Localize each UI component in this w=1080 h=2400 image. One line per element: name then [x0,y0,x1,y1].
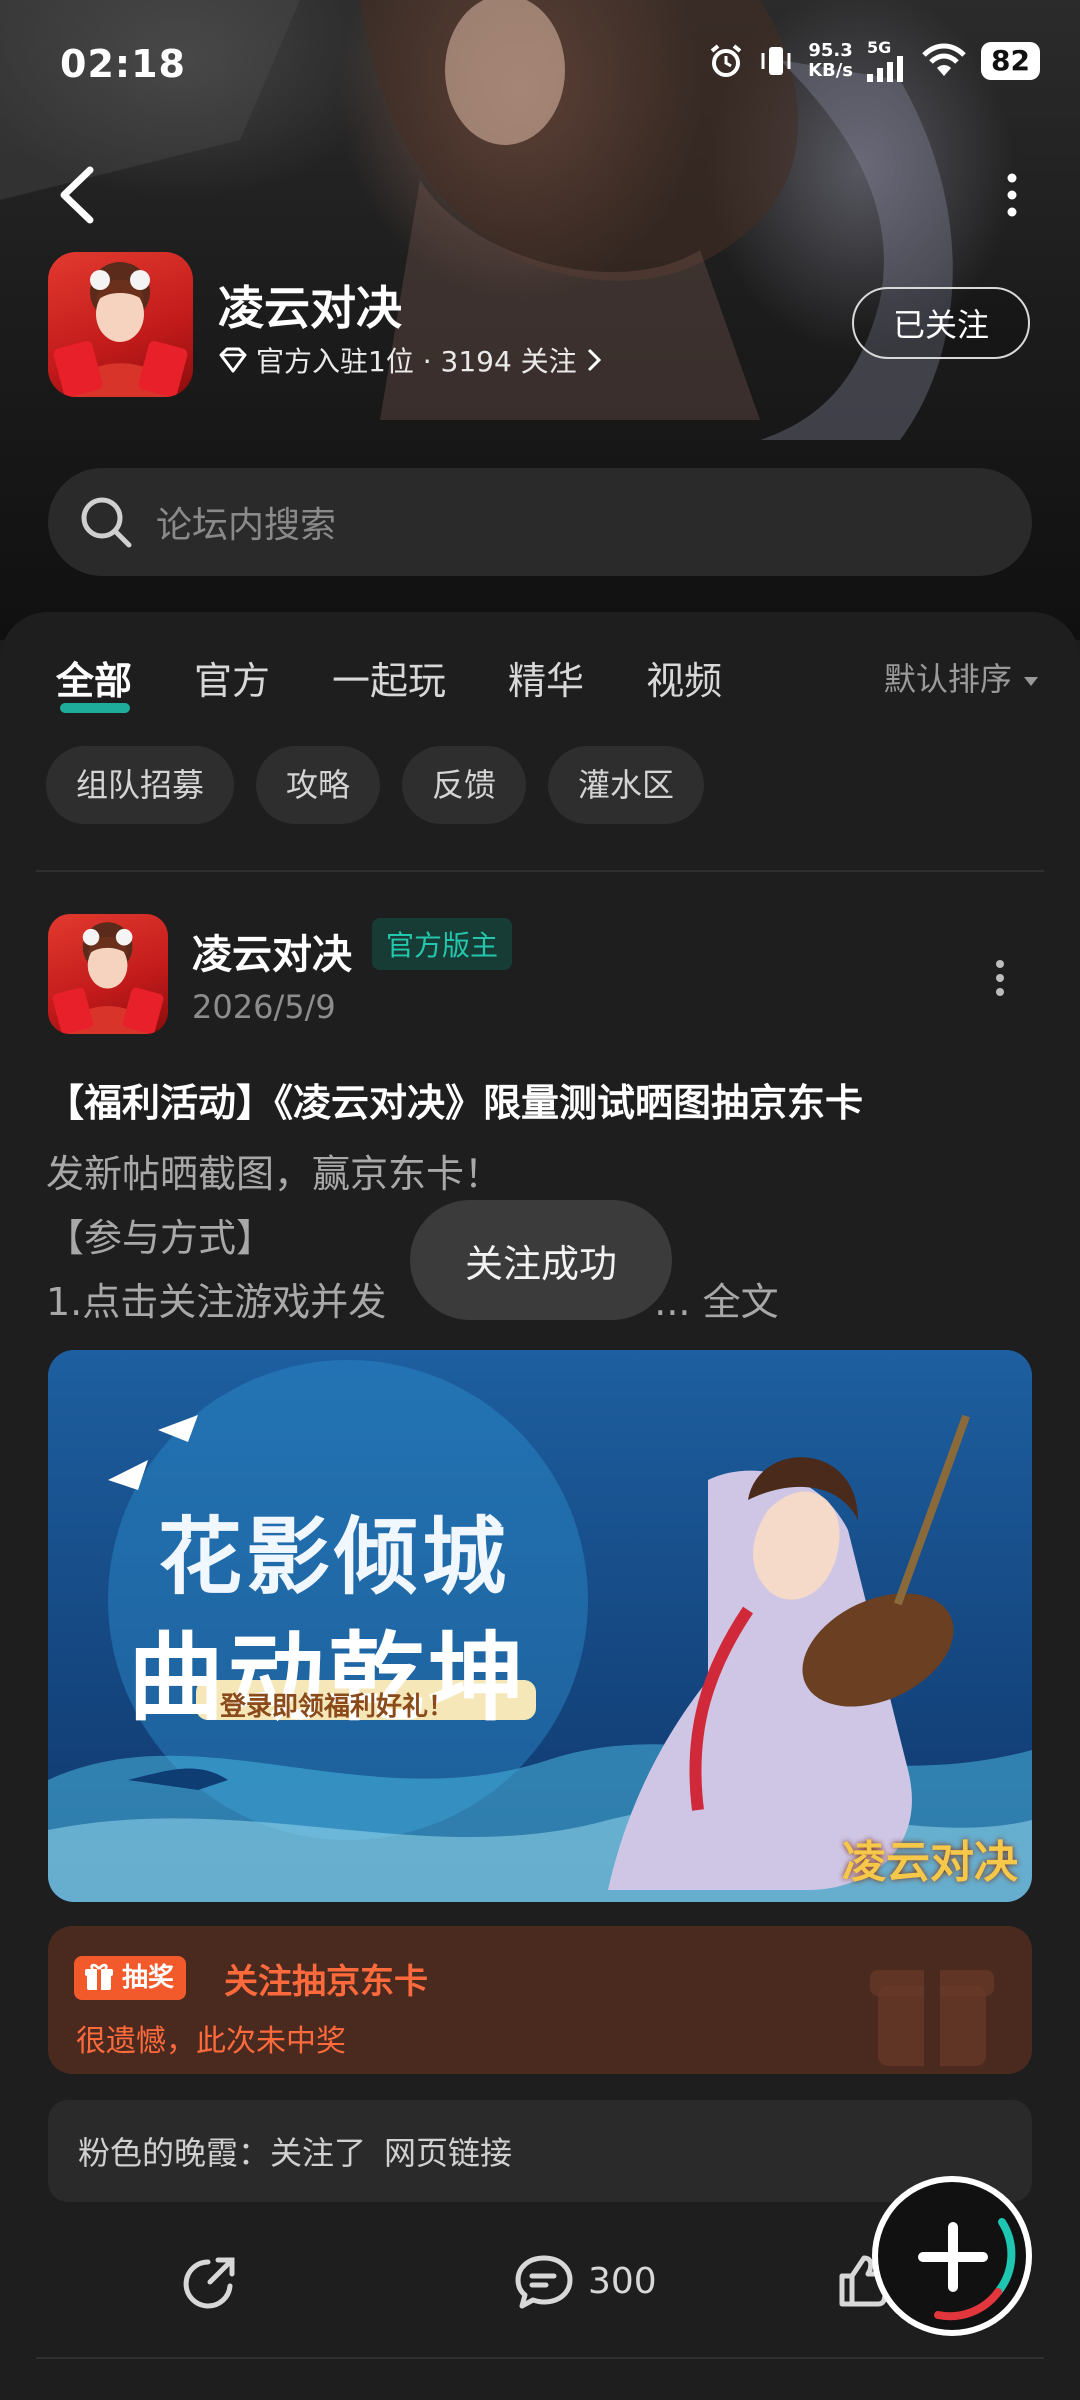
more-options-icon[interactable] [992,170,1032,220]
comment-button[interactable]: 300 [514,2252,657,2310]
post-author-avatar[interactable] [48,914,168,1034]
comment-icon [515,2255,573,2309]
chip-feedback[interactable]: 反馈 [402,746,527,824]
post-author-name[interactable]: 凌云对决 [192,922,352,980]
network-speed: 95.3 KB/s [808,41,853,81]
lottery-tag-label: 抽奖 [122,1963,175,1993]
comment-web-link[interactable]: 网页链接 [384,2128,512,2174]
share-button[interactable] [182,2252,240,2310]
moderator-badge: 官方版主 [372,918,513,970]
divider [36,2357,1044,2359]
plus-icon [918,2218,1016,2321]
follow-success-toast: 关注成功 [410,1200,672,1320]
category-chips: 组队招募 攻略 反馈 灌水区 [46,746,705,824]
alarm-icon [710,44,742,77]
back-icon[interactable] [50,160,110,230]
banner-ribbon-text: 登录即领福利好礼！ [220,1692,455,1722]
wifi-icon [922,43,966,76]
post-date: 2026/5/9 [192,988,336,1026]
divider [36,870,1044,872]
battery-indicator: 82 [981,42,1040,80]
gift-icon [85,1963,113,1990]
tab-official[interactable]: 官方 [194,650,270,705]
diamond-icon [219,347,247,373]
chip-guide[interactable]: 攻略 [256,746,381,824]
create-post-button[interactable] [872,2176,1032,2336]
search-icon [81,497,132,548]
tab-all[interactable]: 全部 [56,650,132,713]
chevron-right-icon [587,348,601,372]
read-full-link[interactable]: 全文 [703,1280,779,1324]
share-icon [183,2257,235,2309]
forum-search-bar[interactable]: 论坛内搜索 [48,468,1032,576]
caret-down-icon [1024,677,1038,686]
gift-watermark-icon [870,1970,994,2066]
tab-featured[interactable]: 精华 [508,650,584,705]
network-type: 5G [867,38,892,57]
chip-chat-area[interactable]: 灌水区 [548,746,705,824]
tab-video[interactable]: 视频 [646,650,722,705]
follow-button[interactable]: 已关注 [852,287,1030,359]
game-meta[interactable]: 官方入驻1位 · 3194 关注 [218,340,603,380]
comment-text: 粉色的晚霞：关注了 [78,2134,367,2172]
tab-bar: 全部 官方 一起玩 精华 视频 [56,650,784,713]
post-more-icon[interactable] [990,958,1010,998]
tab-play-together[interactable]: 一起玩 [332,650,446,705]
game-name: 凌云对决 [218,281,402,335]
forum-content: 全部 官方 一起玩 精华 视频 默认排序 组队招募 攻略 反馈 灌水区 凌云对决… [0,612,1080,2400]
author-avatar-art [52,922,164,1034]
sort-dropdown[interactable]: 默认排序 [884,654,1040,700]
signal-icon [867,56,904,82]
banner-title-line1: 花影倾城 [158,1507,511,1606]
game-avatar-art [53,262,188,397]
lottery-card[interactable]: 抽奖 关注抽京东卡 很遗憾，此次未中奖 [48,1926,1032,2074]
lottery-title: 关注抽京东卡 [224,1962,428,2002]
search-placeholder: 论坛内搜索 [156,505,337,546]
post-body-line: 发新帖晒截图，赢京东卡！ [46,1152,503,1196]
post-banner-image[interactable]: 花影倾城 曲动乾坤 登录即领福利好礼！ 凌云对决 [48,1350,1032,1902]
clock: 02:18 [60,42,186,86]
post-title[interactable]: 【福利活动】《凌云对决》限量测试晒图抽京东卡 [46,1072,863,1127]
comment-count: 300 [588,2260,657,2302]
chip-team-recruit[interactable]: 组队招募 [46,746,235,824]
game-meta-text: 官方入驻1位 · 3194 关注 [256,345,577,378]
sort-label: 默认排序 [883,660,1012,698]
status-bar: 02:18 95.3 KB/s 5G 82 [0,0,1080,130]
net-speed-value: 95.3 [808,40,853,61]
post-body[interactable]: 发新帖晒截图，赢京东卡！ 【参与方式】 1.点击关注游戏并发... 全文 [46,1142,779,1334]
lottery-tag: 抽奖 [74,1956,187,2000]
forum-page: 02:18 95.3 KB/s 5G 82 凌云对决 官方入驻1位 · 3194… [0,0,1080,2400]
post-body-text: 1.点击关注游戏并发 [46,1280,387,1324]
vibrate-icon [761,47,791,75]
status-icons: 95.3 KB/s 5G 82 [708,40,1040,82]
net-speed-unit: KB/s [808,60,854,81]
cellular-indicator: 5G [867,40,907,82]
banner-game-logo: 凌云对决 [842,1837,1018,1888]
lottery-result: 很遗憾，此次未中奖 [76,2024,346,2059]
game-icon[interactable] [48,252,193,397]
